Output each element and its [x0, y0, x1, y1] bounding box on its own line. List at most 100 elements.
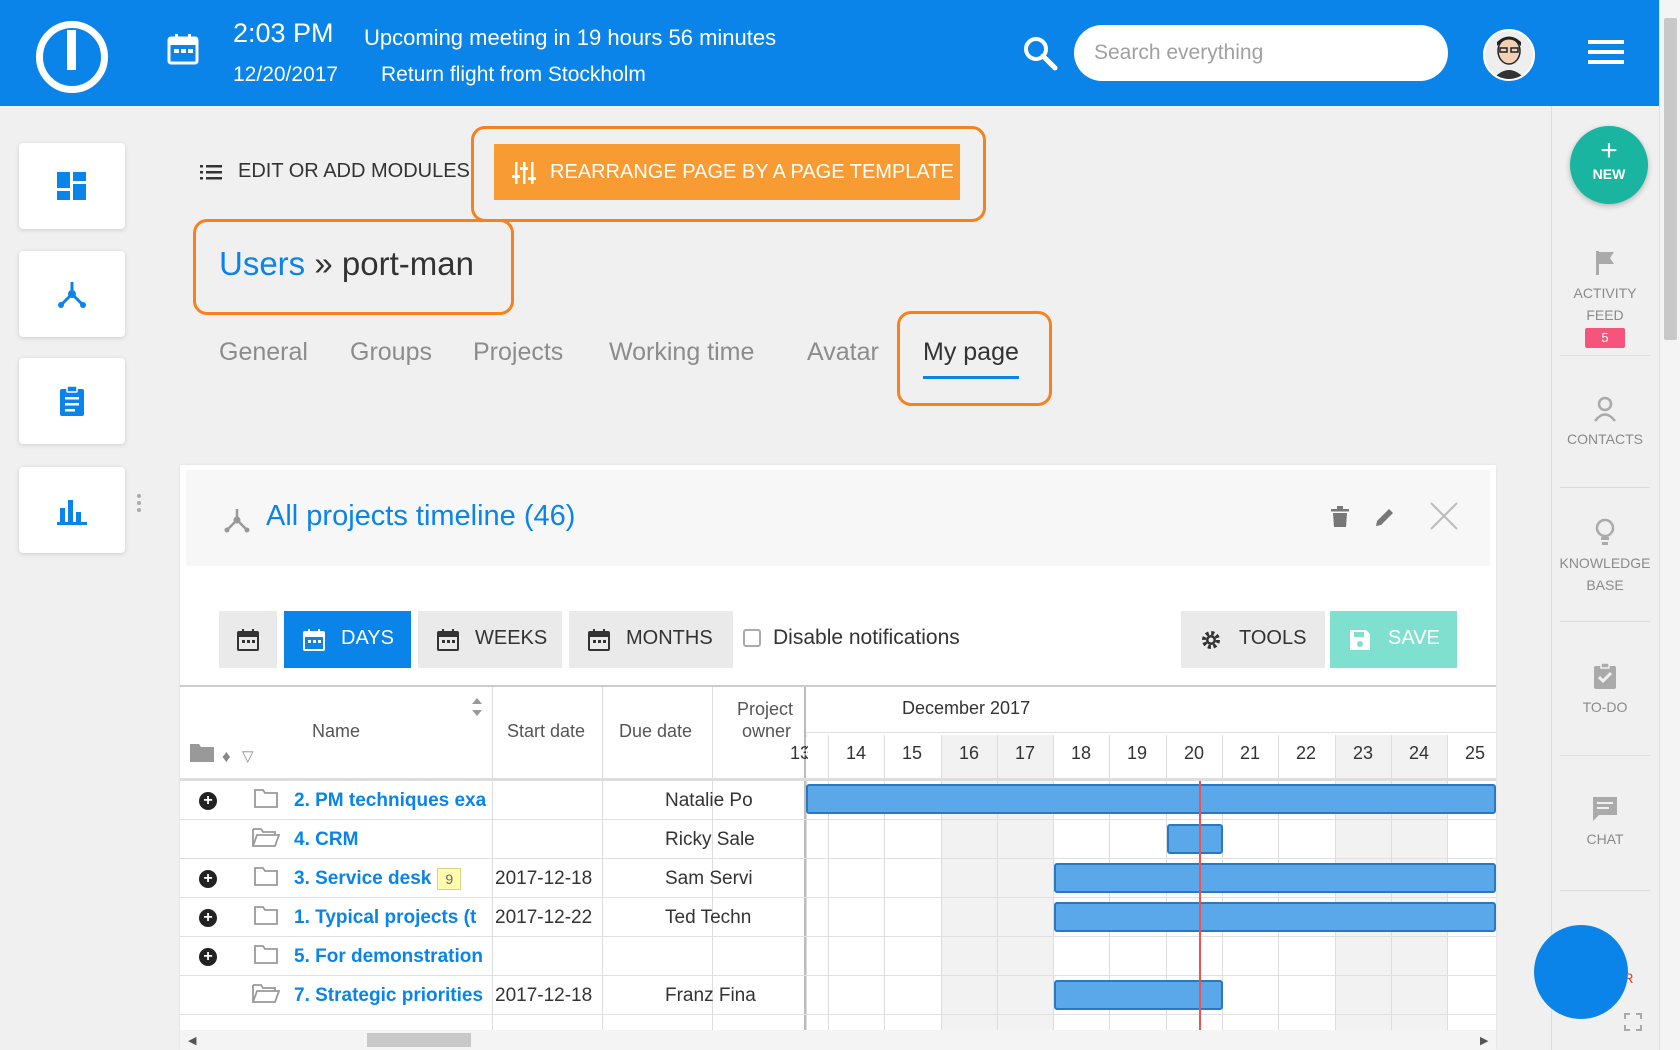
gantt-bar[interactable]	[1054, 863, 1496, 893]
divider	[1560, 890, 1650, 891]
gantt-bar[interactable]	[806, 784, 1496, 814]
expand-icon[interactable]: +	[199, 792, 217, 810]
tab-general[interactable]: General	[219, 338, 308, 367]
project-name[interactable]: 7. Strategic priorities	[294, 985, 490, 1007]
bar-chart-icon	[57, 500, 87, 525]
expand-icon[interactable]: +	[199, 870, 217, 888]
table-row[interactable]: + 5. For demonstration	[180, 937, 1496, 976]
contacts-button[interactable]: CONTACTS	[1551, 396, 1659, 450]
day-label: 3	[804, 743, 808, 764]
chat-bubble-icon	[1593, 797, 1617, 821]
project-name[interactable]: 5. For demonstration	[294, 946, 490, 968]
start-date: 2017-12-18	[495, 985, 593, 1006]
gantt-bar[interactable]	[1054, 902, 1496, 932]
task-count-badge: 9	[437, 868, 462, 890]
tab-projects[interactable]: Projects	[473, 338, 563, 367]
menu-icon[interactable]	[1588, 40, 1624, 66]
sliders-icon	[512, 162, 536, 184]
project-name[interactable]: 2. PM techniques exa	[294, 790, 490, 812]
drag-handle-icon[interactable]	[137, 493, 141, 513]
breadcrumb: Users » port-man	[219, 245, 474, 282]
col-header-owner[interactable]: owner	[742, 721, 791, 742]
tools-button[interactable]: TOOLS	[1181, 611, 1325, 668]
days-button[interactable]: DAYS	[284, 611, 411, 668]
col-header-name[interactable]: Name	[312, 721, 360, 742]
day-label: 21	[1239, 743, 1261, 763]
rearrange-template-button[interactable]: REARRANGE PAGE BY A PAGE TEMPLATE	[494, 144, 960, 200]
scrollbar-thumb[interactable]	[1664, 18, 1677, 340]
months-button[interactable]: MONTHS	[569, 611, 733, 668]
scroll-right-arrow[interactable]: ▶	[1480, 1034, 1488, 1047]
gantt-grid: ♦ ▽ Name Start date Due date Project own…	[180, 685, 1496, 1030]
tab-groups[interactable]: Groups	[350, 338, 432, 367]
today-button[interactable]	[219, 611, 277, 668]
folder-icon	[254, 867, 278, 886]
new-button[interactable]: + NEW	[1570, 126, 1648, 204]
pencil-icon[interactable]	[1374, 506, 1396, 528]
todo-button[interactable]: TO-DO	[1551, 662, 1659, 718]
gantt-bar[interactable]	[1054, 980, 1223, 1010]
scrollbar-thumb[interactable]	[367, 1033, 471, 1047]
project-name[interactable]: 4. CRM	[294, 829, 490, 851]
tab-working-time[interactable]: Working time	[609, 338, 754, 367]
day-label: 16	[958, 743, 980, 763]
gantt-horizontal-scrollbar[interactable]: ◀ ▶	[180, 1030, 1496, 1050]
upcoming-event[interactable]: Return flight from Stockholm	[381, 63, 646, 87]
edit-modules-button[interactable]: EDIT OR ADD MODULES	[200, 160, 470, 183]
activity-feed-button[interactable]: ACTIVITY FEED 5	[1551, 250, 1659, 348]
knowledge-base-button[interactable]: KNOWLEDGE BASE	[1551, 518, 1659, 596]
trash-icon[interactable]	[1331, 506, 1349, 528]
breadcrumb-users-link[interactable]: Users	[219, 245, 305, 282]
project-owner: Franz Fina	[665, 985, 756, 1006]
project-name[interactable]: 1. Typical projects (t	[294, 907, 490, 929]
projects-button[interactable]	[19, 251, 125, 337]
day-label: 18	[1070, 743, 1092, 763]
chat-button[interactable]: CHAT	[1551, 796, 1659, 850]
reports-button[interactable]	[19, 467, 125, 553]
project-tree-icon	[58, 282, 86, 308]
project-owner: Sam Servi	[665, 868, 753, 889]
divider	[1560, 755, 1650, 756]
start-date: 2017-12-22	[495, 907, 593, 928]
person-icon	[1594, 396, 1616, 422]
weeks-button[interactable]: WEEKS	[418, 611, 562, 668]
col-header-due[interactable]: Due date	[619, 721, 692, 742]
scroll-left-arrow[interactable]: ◀	[188, 1034, 196, 1047]
upcoming-meeting[interactable]: Upcoming meeting in 19 hours 56 minutes	[364, 25, 776, 51]
calendar-icon[interactable]	[167, 33, 199, 65]
table-row[interactable]: 4. CRM Ricky Sale	[180, 820, 1496, 859]
expand-icon[interactable]	[1623, 1012, 1643, 1032]
module-title[interactable]: All projects timeline (46)	[266, 500, 575, 533]
search-input[interactable]	[1074, 25, 1448, 81]
disable-notifications-checkbox[interactable]	[743, 629, 761, 647]
close-icon[interactable]	[1428, 500, 1460, 532]
project-tree-icon	[224, 509, 250, 533]
tab-avatar[interactable]: Avatar	[807, 338, 879, 367]
sort-icon[interactable]	[471, 697, 483, 717]
table-row[interactable]: 7. Strategic priorities 2017-12-18 Franz…	[180, 976, 1496, 1015]
expand-icon[interactable]: +	[199, 948, 217, 966]
col-header-owner[interactable]: Project	[737, 699, 793, 720]
col-header-start[interactable]: Start date	[507, 721, 585, 742]
folder-icon	[190, 744, 214, 762]
user-avatar[interactable]	[1483, 29, 1535, 81]
project-owner: Natalie Po	[665, 790, 753, 811]
day-label-mask	[806, 737, 828, 779]
expand-icon[interactable]: +	[199, 909, 217, 927]
gantt-bar[interactable]	[1167, 824, 1223, 854]
day-label: 22	[1295, 743, 1317, 763]
search-icon[interactable]	[1022, 35, 1058, 71]
project-name[interactable]: 3. Service desk 9	[294, 868, 490, 890]
chat-fab-button[interactable]	[1534, 925, 1628, 1019]
save-button[interactable]: SAVE	[1330, 611, 1457, 668]
day-label: 25	[1464, 743, 1486, 763]
dashboard-button[interactable]	[19, 143, 125, 229]
app-logo[interactable]	[36, 21, 108, 93]
disable-notifications-label[interactable]: Disable notifications	[773, 626, 960, 650]
divider	[1560, 487, 1650, 488]
today-marker	[1199, 781, 1201, 1030]
filter-icon: ▽	[242, 748, 254, 765]
start-date: 2017-12-18	[495, 868, 593, 889]
page-scrollbar[interactable]	[1659, 0, 1680, 1050]
tasks-button[interactable]	[19, 358, 125, 444]
